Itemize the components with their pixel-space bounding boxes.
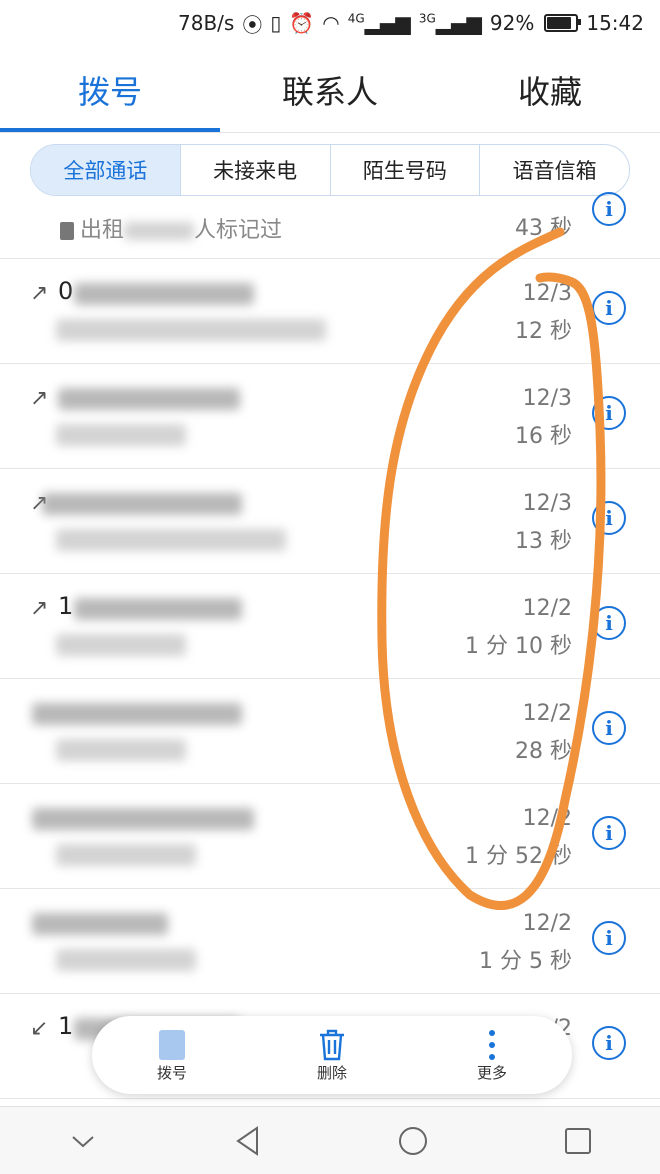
vibrate-icon: ▯ (270, 11, 282, 35)
call-log-row[interactable]: ↗ 1 12/2 1 分 10 秒 i (0, 574, 660, 679)
call-log-row[interactable]: 12/2 1 分 5 秒 i (0, 889, 660, 994)
info-icon[interactable]: i (592, 291, 626, 325)
outgoing-call-icon: ↗ (30, 596, 49, 621)
call-duration: 28 秒 (515, 739, 572, 764)
home-icon[interactable] (383, 1116, 443, 1166)
call-number: 1 (58, 592, 74, 620)
clock: 15:42 (586, 11, 644, 35)
location-icon: ⦿ (242, 12, 263, 37)
info-icon[interactable]: i (592, 192, 626, 226)
call-log-row[interactable]: 12/2 1 分 52 秒 i (0, 784, 660, 889)
info-icon[interactable]: i (592, 711, 626, 745)
call-filter: 全部通话 未接来电 陌生号码 语音信箱 (30, 144, 630, 196)
call-duration: 1 分 52 秒 (465, 844, 572, 869)
battery-percent: 92% (489, 11, 535, 35)
recents-icon[interactable] (548, 1116, 608, 1166)
back-icon[interactable] (218, 1116, 278, 1166)
collapse-chevron-icon[interactable] (53, 1116, 113, 1166)
incoming-call-icon: ↙ (30, 1016, 49, 1041)
call-date: 12/2 (522, 596, 572, 621)
system-nav-bar (0, 1106, 660, 1174)
call-duration: 12 秒 (515, 319, 572, 344)
more-vertical-icon (487, 1028, 497, 1062)
call-date: 12/2 (522, 701, 572, 726)
sim-card-icon (60, 222, 74, 240)
filter-all-calls[interactable]: 全部通话 (31, 145, 180, 195)
call-date: 12/2 (522, 911, 572, 936)
action-label: 拨号 (156, 1063, 187, 1082)
call-duration: 43 秒 (515, 216, 572, 241)
info-icon[interactable]: i (592, 921, 626, 955)
signal-4g-icon: 4G▂▄▆ (347, 11, 411, 35)
call-date: 12/3 (522, 386, 572, 411)
call-log-action-bar: 拨号 删除 更多 (92, 1016, 572, 1094)
action-label: 删除 (316, 1063, 347, 1082)
call-log-row[interactable]: ↗ 12/3 16 秒 i (0, 364, 660, 469)
call-date: 12/3 (522, 491, 572, 516)
net-speed: 78B/s (178, 11, 235, 35)
outgoing-call-icon: ↗ (30, 281, 49, 306)
call-date: 12/2 (522, 806, 572, 831)
tag-note: 出租 人标记过 (60, 212, 282, 244)
info-icon[interactable]: i (592, 606, 626, 640)
trash-icon (317, 1028, 347, 1062)
wifi-icon: ◠ (322, 11, 340, 35)
info-icon[interactable]: i (592, 396, 626, 430)
call-log-row[interactable]: ↗ 0 12/3 12 秒 i (0, 259, 660, 364)
call-number: 0 (58, 277, 74, 305)
call-log-row[interactable]: 出租 人标记过 43 秒 i (0, 192, 660, 259)
dial-action-button[interactable]: 拨号 (112, 1028, 232, 1083)
more-action-button[interactable]: 更多 (432, 1028, 552, 1083)
dialpad-icon (157, 1028, 187, 1062)
call-date: 12/3 (522, 281, 572, 306)
delete-action-button[interactable]: 删除 (272, 1028, 392, 1083)
call-duration: 16 秒 (515, 424, 572, 449)
info-icon[interactable]: i (592, 501, 626, 535)
info-icon[interactable]: i (592, 816, 626, 850)
info-icon[interactable]: i (592, 1026, 626, 1060)
outgoing-call-icon: ↗ (30, 386, 49, 411)
tab-contacts[interactable]: 联系人 (220, 48, 440, 132)
signal-3g-icon: 3G▂▄▆ (418, 11, 482, 35)
filter-voicemail[interactable]: 语音信箱 (479, 145, 629, 195)
tab-favorites[interactable]: 收藏 (440, 48, 660, 132)
call-duration: 13 秒 (515, 529, 572, 554)
status-bar: 78B/s ⦿ ▯ ⏰ ◠ 4G▂▄▆ 3G▂▄▆ 92% 15:42 (0, 0, 660, 46)
top-tabs: 拨号 联系人 收藏 (0, 48, 660, 133)
call-log-row[interactable]: 12/2 28 秒 i (0, 679, 660, 784)
alarm-icon: ⏰ (289, 11, 315, 35)
call-log-list: 出租 人标记过 43 秒 i ↗ 0 12/3 12 秒 i ↗ 12/3 16 … (0, 192, 660, 1099)
action-label: 更多 (476, 1063, 507, 1082)
call-number: 1 (58, 1012, 74, 1040)
filter-missed-calls[interactable]: 未接来电 (179, 145, 330, 195)
call-log-row[interactable]: ↗ 12/3 13 秒 i (0, 469, 660, 574)
call-duration: 1 分 5 秒 (479, 949, 572, 974)
call-duration: 1 分 10 秒 (465, 634, 572, 659)
filter-unknown-numbers[interactable]: 陌生号码 (329, 145, 480, 195)
battery-icon (544, 14, 582, 32)
tab-dial[interactable]: 拨号 (0, 48, 220, 132)
